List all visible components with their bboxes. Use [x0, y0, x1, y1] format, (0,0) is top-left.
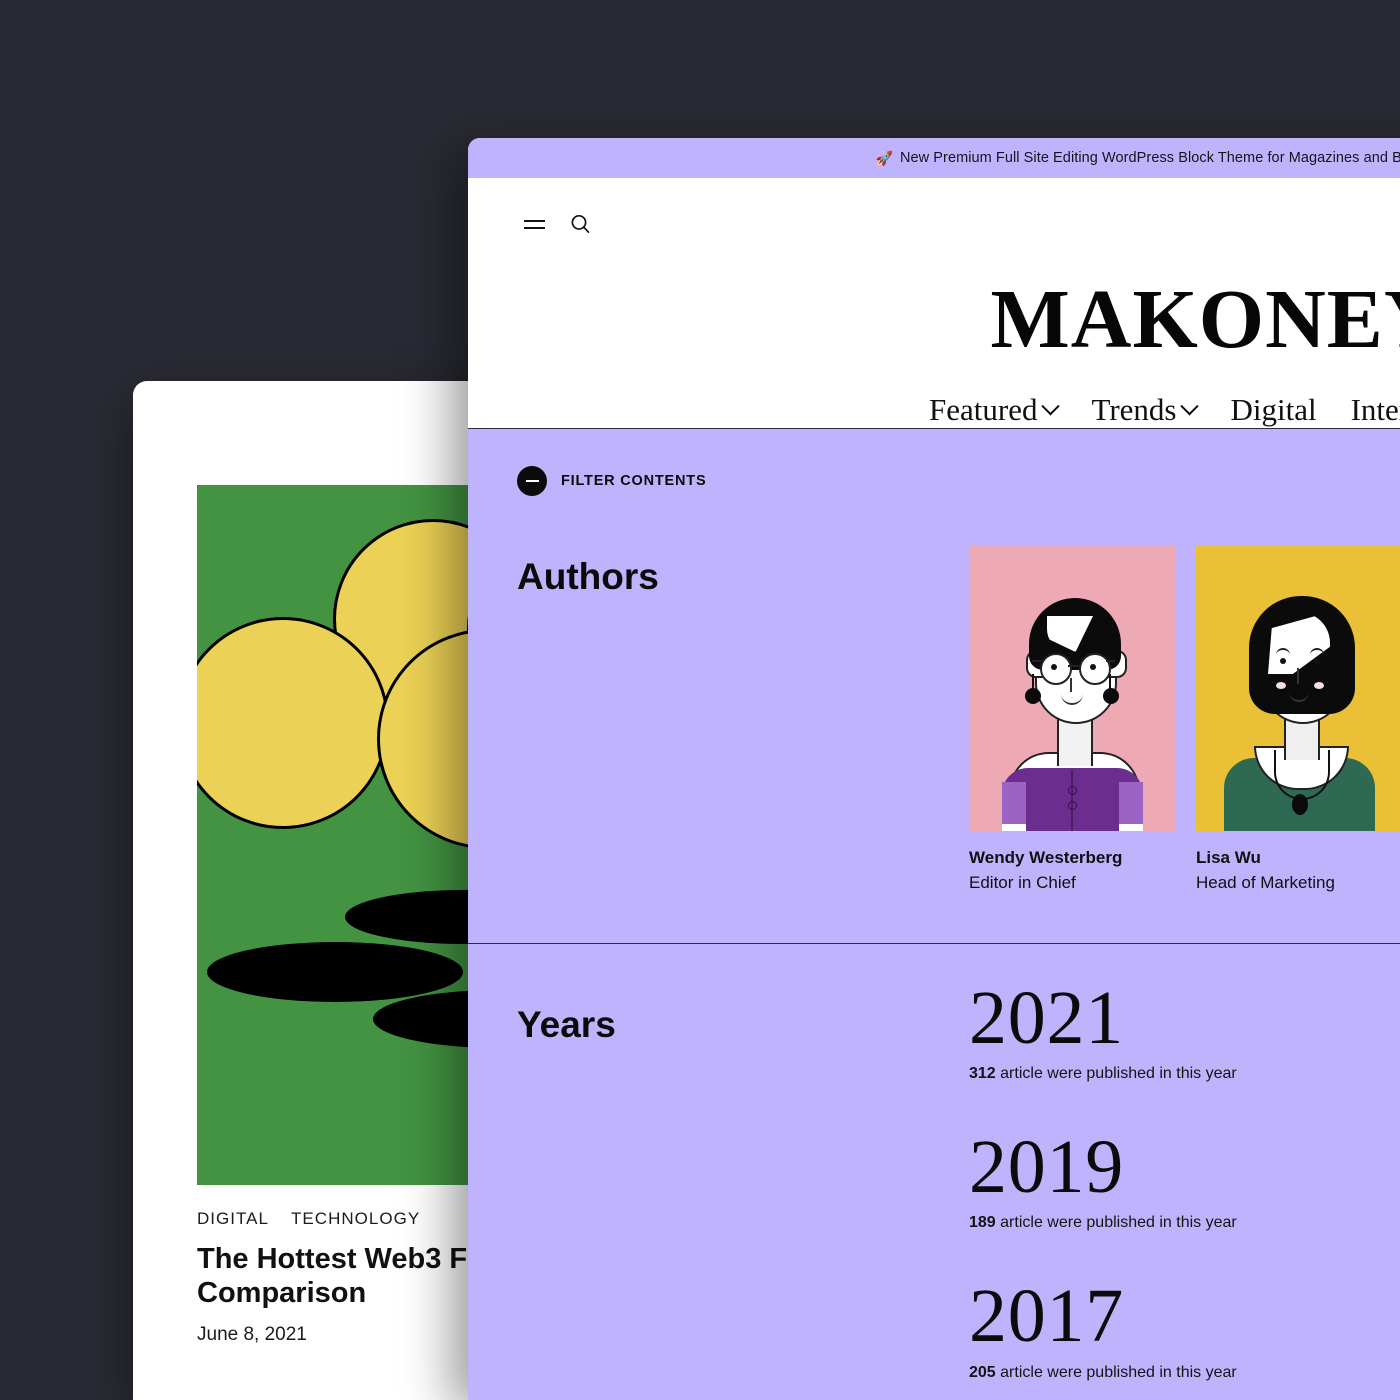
- chevron-down-icon: [1180, 396, 1200, 415]
- nav-item-trends[interactable]: Trends: [1091, 392, 1200, 428]
- filter-panel: FILTER CONTENTS Authors Wendy Westerberg…: [468, 428, 1400, 1400]
- author-card[interactable]: Lisa Wu Head of Marketing: [1196, 546, 1400, 893]
- year-count: 189: [969, 1214, 996, 1232]
- search-button[interactable]: [563, 207, 597, 241]
- nav-item-digital[interactable]: Digital: [1230, 392, 1316, 428]
- year-count: 205: [969, 1363, 996, 1381]
- avatar: [969, 546, 1176, 831]
- minus-circle-icon: [517, 466, 547, 496]
- primary-navigation: Featured Trends Digital Intervie: [468, 362, 1400, 428]
- nav-label: Intervie: [1350, 392, 1400, 427]
- year-count-text: 312 article were published in this year: [969, 1065, 1237, 1083]
- year-value: 2017: [969, 1274, 1125, 1359]
- nav-label: Trends: [1091, 392, 1177, 427]
- nav-label: Digital: [1230, 392, 1317, 427]
- nav-item-interviews[interactable]: Intervie: [1351, 392, 1400, 428]
- year-count-suffix: article were published in this year: [1000, 1363, 1237, 1381]
- year-row[interactable]: 2019 189 article were published in this …: [969, 1125, 1237, 1232]
- site-toolbar: [468, 178, 1400, 270]
- site-logo[interactable]: MAKONEY: [968, 270, 1400, 362]
- chevron-down-icon: [1041, 396, 1061, 415]
- year-value: 2019: [969, 1125, 1125, 1210]
- year-count-text: 205 article were published in this year: [969, 1364, 1237, 1382]
- menu-button[interactable]: [517, 207, 551, 241]
- avatar: [1196, 546, 1400, 831]
- authors-grid: Wendy Westerberg Editor in Chief Lisa Wu…: [969, 524, 1400, 893]
- author-role: Head of Marketing: [1196, 873, 1335, 892]
- author-role: Editor in Chief: [969, 873, 1076, 892]
- hamburger-icon: [523, 218, 545, 230]
- masthead-wrapper: MAKONEY: [468, 270, 1400, 362]
- author-name: Wendy Westerberg: [969, 848, 1123, 867]
- year-row[interactable]: 2017 205 article were published in this …: [969, 1274, 1237, 1382]
- years-heading: Years: [517, 1004, 616, 1045]
- promo-text: New Premium Full Site Editing WordPress …: [899, 150, 1400, 166]
- year-count-suffix: article were published in this year: [1000, 1065, 1237, 1083]
- year-value: 2021: [969, 976, 1125, 1060]
- site-window: 🚀 New Premium Full Site Editing WordPres…: [468, 138, 1400, 1400]
- screenshot-stage: DIGITAL TECHNOLOGY The Hottest Web3 Fram …: [0, 0, 1400, 1400]
- ball-shadow: [207, 942, 463, 1002]
- author-name: Lisa Wu: [1196, 848, 1261, 867]
- authors-heading: Authors: [517, 556, 659, 597]
- filter-contents-toggle[interactable]: FILTER CONTENTS: [468, 429, 1400, 496]
- promo-banner[interactable]: 🚀 New Premium Full Site Editing WordPres…: [468, 138, 1400, 178]
- year-count: 312: [969, 1065, 996, 1083]
- years-list: 2021 312 article were published in this …: [969, 972, 1237, 1400]
- nav-item-featured[interactable]: Featured: [929, 392, 1061, 428]
- year-row[interactable]: 2021 312 article were published in this …: [969, 976, 1237, 1083]
- author-card[interactable]: Wendy Westerberg Editor in Chief: [969, 546, 1176, 893]
- year-count-suffix: article were published in this year: [1000, 1214, 1237, 1232]
- search-icon: [571, 214, 590, 233]
- year-count-text: 189 article were published in this year: [969, 1214, 1237, 1232]
- article-tag[interactable]: TECHNOLOGY: [291, 1209, 420, 1228]
- years-section: Years 2021 312 article were published in…: [468, 944, 1400, 1400]
- filter-contents-label: FILTER CONTENTS: [561, 473, 707, 489]
- rocket-icon: 🚀: [875, 149, 893, 166]
- authors-section: Authors Wendy Westerberg Editor in Chief…: [468, 496, 1400, 893]
- nav-label: Featured: [929, 392, 1038, 427]
- article-tag[interactable]: DIGITAL: [197, 1209, 269, 1228]
